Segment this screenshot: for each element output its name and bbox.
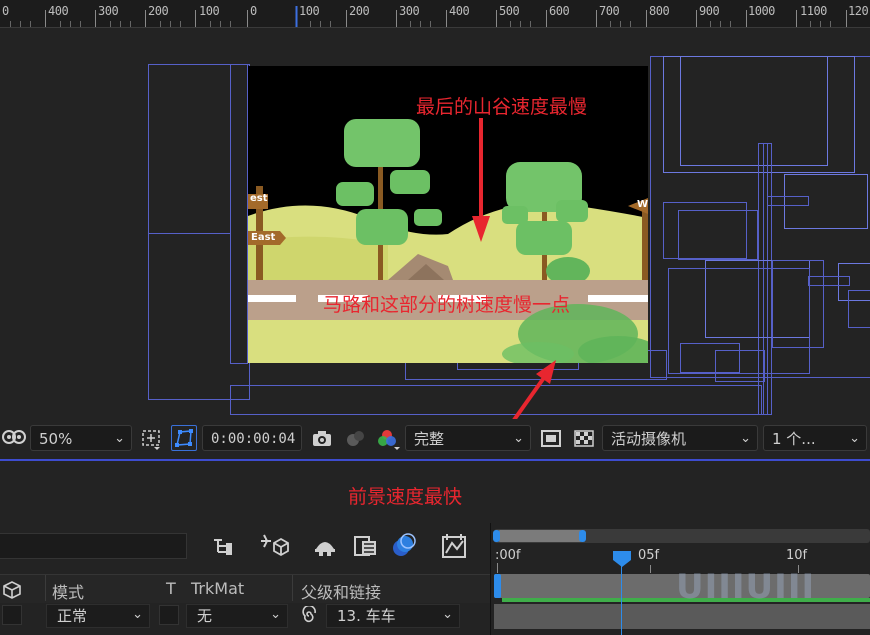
layer-bounds <box>772 260 824 348</box>
resolution-dropdown[interactable]: 完整 ⌄ <box>405 425 531 451</box>
playhead-line <box>621 557 622 635</box>
shy-layers-icon[interactable] <box>312 535 338 561</box>
preserve-transparency-checkbox[interactable] <box>159 605 179 625</box>
viewer-toolbar: 50% ⌄ 0:00:00:04 完整 ⌄ 活动摄像机 ⌄ 1 个... ⌄ <box>0 419 870 461</box>
zoom-dropdown[interactable]: 50% ⌄ <box>30 425 132 451</box>
view-layout-dropdown[interactable]: 1 个... ⌄ <box>763 425 867 451</box>
sign-text: est <box>250 193 268 204</box>
3d-switch[interactable] <box>2 605 22 625</box>
sign-text: East <box>251 232 276 243</box>
camera-view-value: 活动摄像机 <box>611 430 687 448</box>
motion-blur-icon[interactable] <box>391 533 417 563</box>
blend-mode-value: 正常 <box>57 607 88 625</box>
show-snapshot-icon[interactable] <box>344 428 366 448</box>
track-matte-value: 无 <box>197 607 213 625</box>
timeline-panel: 前景速度最快 模式 T TrkMat 父级和链接 正常 ⌄ 无 ⌄ 13. 车车… <box>0 461 870 635</box>
parent-layer-value: 13. 车车 <box>337 607 396 625</box>
chevron-down-icon: ⌄ <box>849 431 860 446</box>
hierarchy-icon[interactable] <box>211 535 237 561</box>
watermark-logo: UIIIUIII <box>676 567 816 607</box>
current-time-field[interactable]: 0:00:00:04 <box>202 425 302 451</box>
layer-bounds <box>808 276 850 286</box>
resolution-value: 完整 <box>414 430 445 448</box>
chevron-down-icon: ⌄ <box>132 607 143 622</box>
chevron-down-icon: ⌄ <box>442 607 453 622</box>
chevron-down-icon: ⌄ <box>513 431 524 446</box>
sign-text: W <box>637 199 648 210</box>
region-of-interest-icon[interactable] <box>140 428 162 450</box>
column-divider <box>45 575 46 601</box>
chevron-down-icon: ⌄ <box>270 607 281 622</box>
transparency-grid-icon[interactable] <box>171 425 197 451</box>
view-layout-value: 1 个... <box>772 430 816 448</box>
blend-mode-dropdown[interactable]: 正常 ⌄ <box>46 604 150 628</box>
column-divider <box>292 575 293 601</box>
timecode-value: 0:00:00:04 <box>211 431 296 447</box>
3d-layer-icon <box>2 580 22 604</box>
layer-bounds <box>715 350 765 382</box>
foreground-speed-annotation: 前景速度最快 <box>348 486 463 508</box>
fast-preview-icon[interactable] <box>540 428 562 448</box>
layer-bounds <box>767 196 809 206</box>
preserve-transparency-column-header[interactable]: T <box>166 579 176 598</box>
zoom-value: 50% <box>39 430 73 448</box>
track-matte-dropdown[interactable]: 无 ⌄ <box>186 604 288 628</box>
draft-3d-icon[interactable] <box>260 531 290 563</box>
layer-bounds <box>148 233 230 235</box>
composition-canvas[interactable]: est East W 最后的山谷速度最慢 马路和这部分的树速度慢一点 <box>248 66 648 363</box>
pick-whip-icon[interactable] <box>298 604 320 630</box>
layer-bounds <box>678 210 758 260</box>
layer-search-input[interactable] <box>0 533 187 559</box>
chevron-down-icon: ⌄ <box>114 431 125 446</box>
playhead-handle[interactable] <box>612 550 632 568</box>
trkmat-column-header[interactable]: TrkMat <box>191 579 244 598</box>
camera-snapshot-icon[interactable] <box>311 428 333 448</box>
mask-visibility-icon[interactable] <box>2 428 26 448</box>
layer-bounds <box>680 56 828 166</box>
layer-in-point[interactable] <box>494 574 501 598</box>
ruler-ticks <box>10 6 847 27</box>
parent-column-header[interactable]: 父级和链接 <box>301 579 381 603</box>
valley-speed-annotation: 最后的山谷速度最慢 <box>416 96 588 118</box>
checkerboard-icon[interactable] <box>573 428 595 448</box>
horizontal-ruler: 0 400 300 200 100 0 100 200 300 400 500 … <box>0 0 870 28</box>
graph-editor-icon[interactable] <box>441 533 469 563</box>
work-area-range[interactable] <box>497 530 583 542</box>
parent-layer-dropdown[interactable]: 13. 车车 ⌄ <box>326 604 460 628</box>
work-area-start-handle[interactable] <box>493 530 500 542</box>
frame-blending-icon[interactable] <box>353 535 379 561</box>
camera-view-dropdown[interactable]: 活动摄像机 ⌄ <box>602 425 758 451</box>
mode-column-header[interactable]: 模式 <box>52 579 84 603</box>
panel-divider <box>490 523 491 635</box>
layer-bounds <box>848 290 870 328</box>
work-area-end-handle[interactable] <box>579 530 586 542</box>
road-speed-annotation: 马路和这部分的树速度慢一点 <box>323 294 571 316</box>
chevron-down-icon: ⌄ <box>740 431 751 446</box>
layer-bounds <box>230 64 248 364</box>
layer-duration-bar-2[interactable] <box>494 604 870 629</box>
channel-color-icon[interactable] <box>376 428 400 450</box>
